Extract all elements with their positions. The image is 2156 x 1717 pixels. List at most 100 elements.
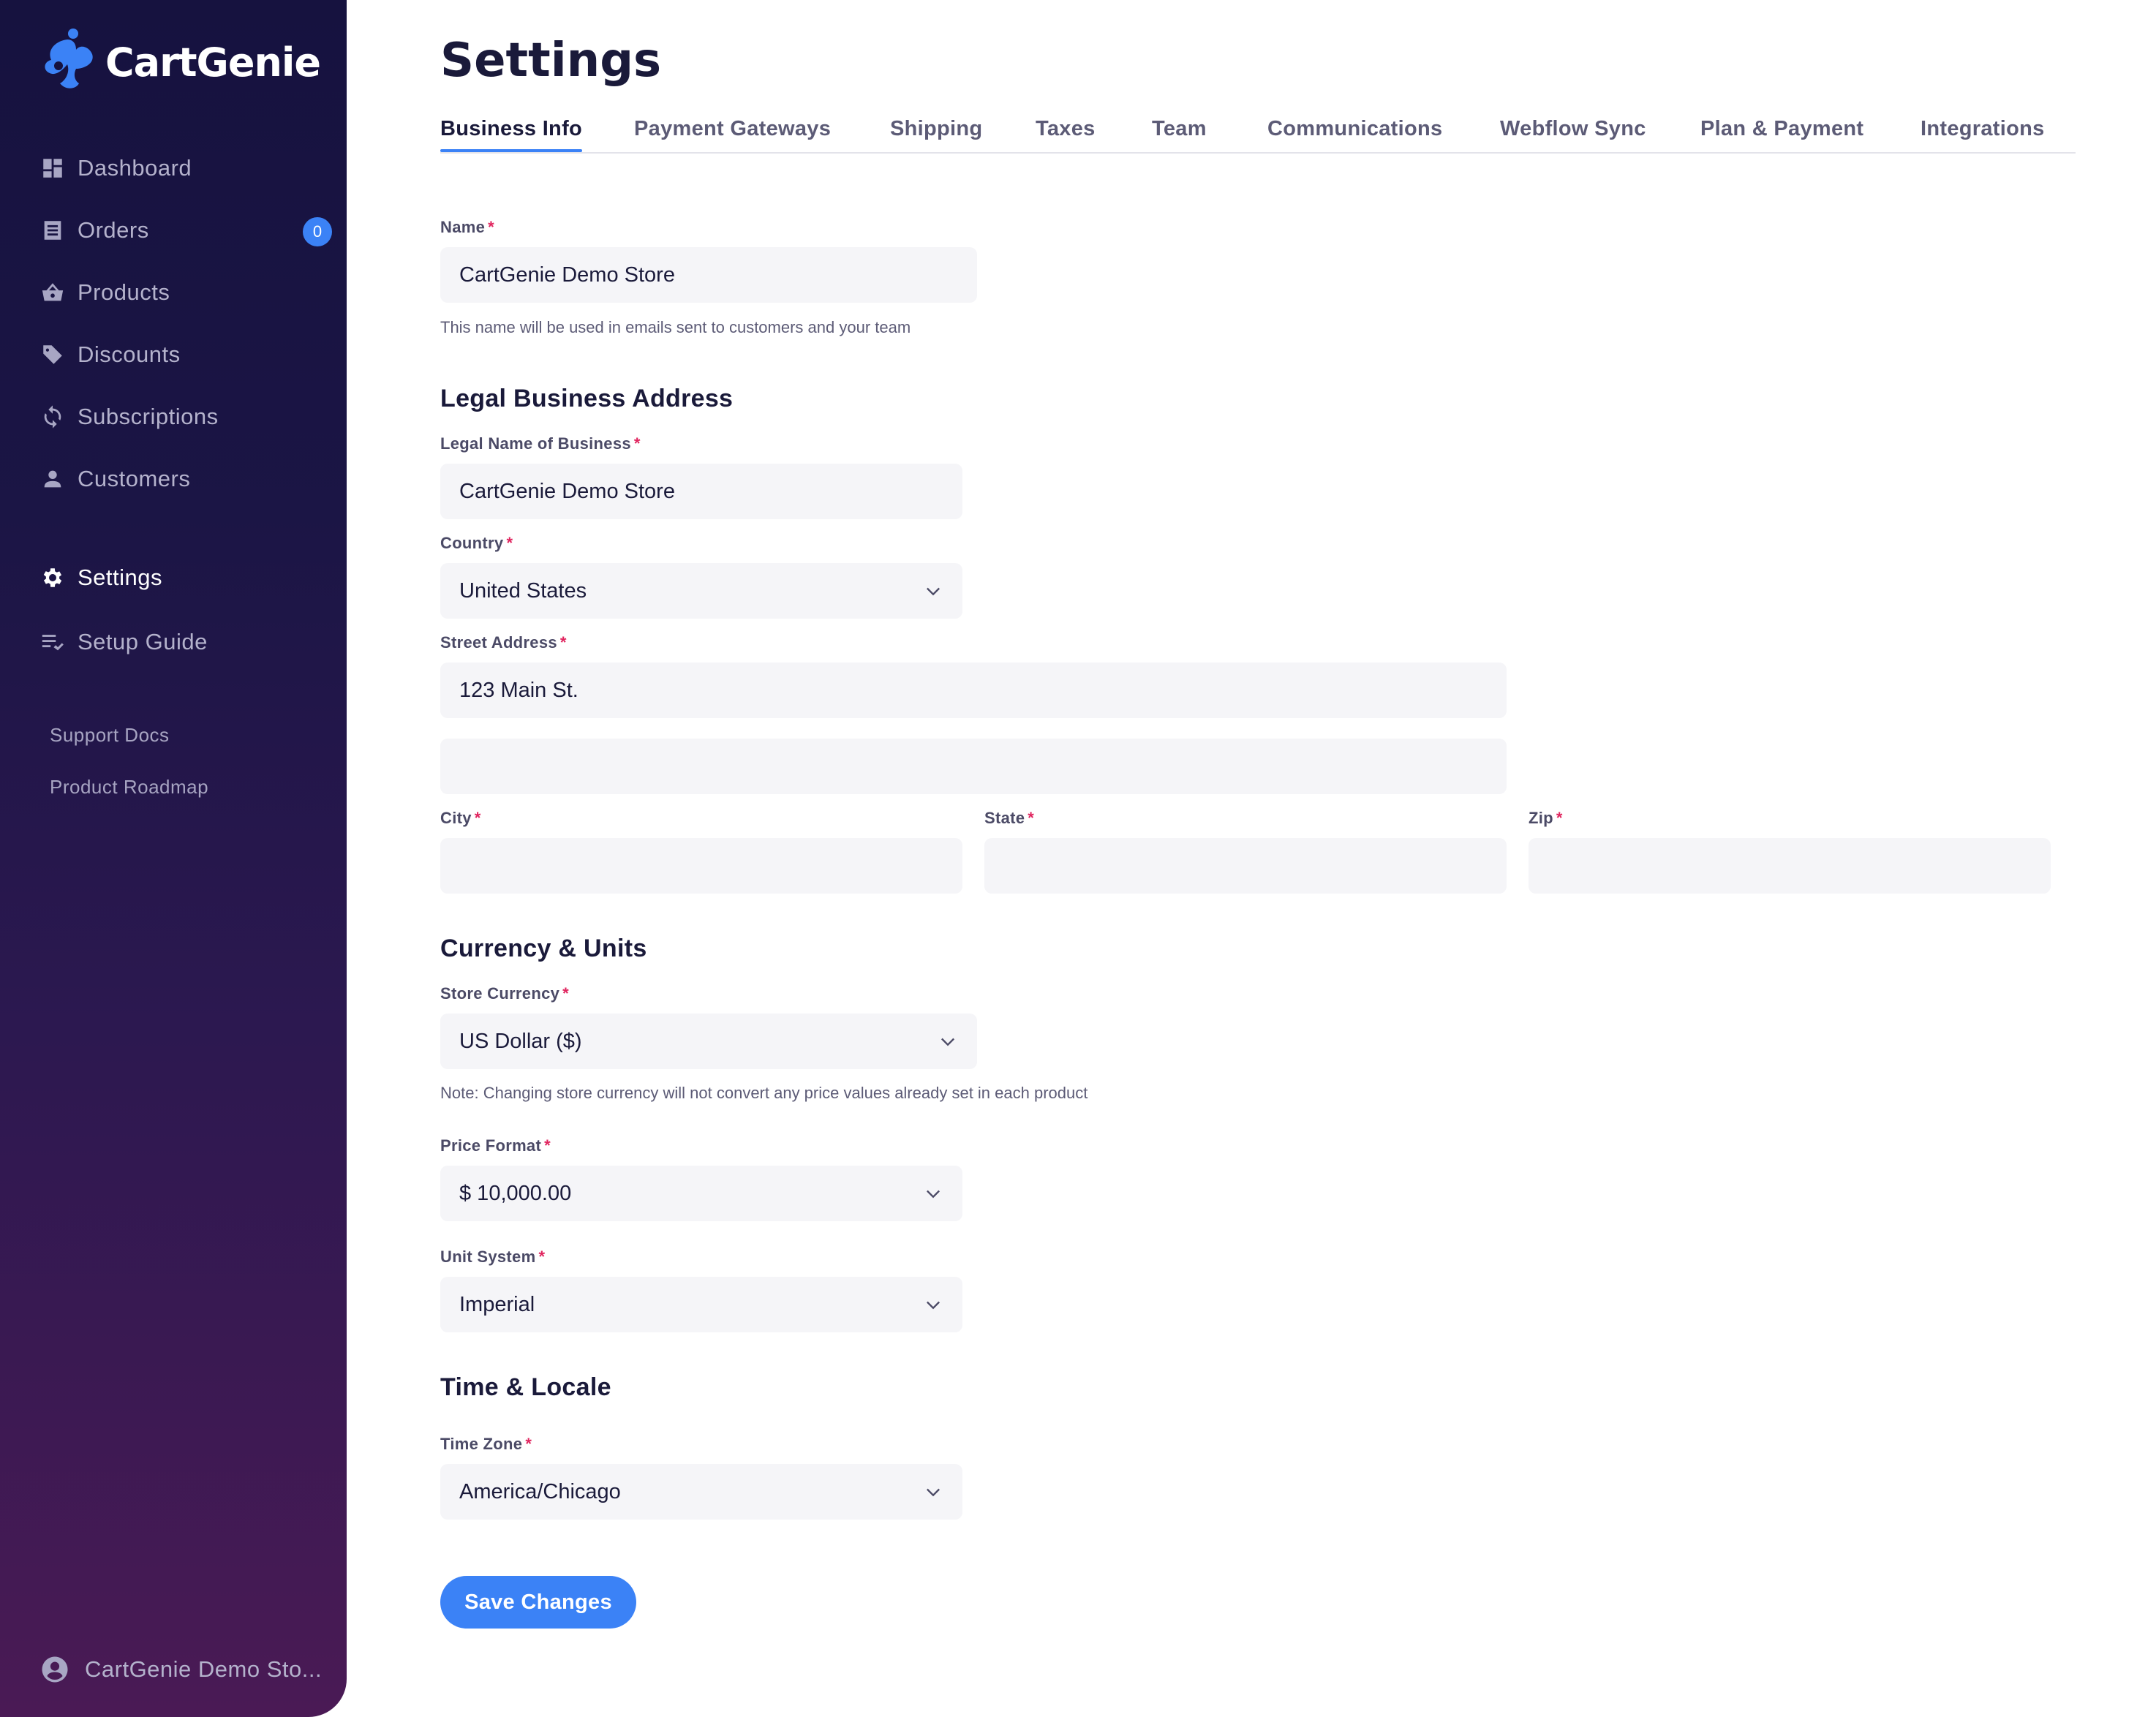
price-format-select[interactable]: $ 10,000.00 [440, 1166, 962, 1221]
country-value: United States [459, 578, 587, 603]
tab-communications[interactable]: Communications [1267, 117, 1442, 141]
account-menu[interactable]: CartGenie Demo Sto... [39, 1654, 322, 1685]
sidebar-item-dashboard[interactable]: Dashboard [39, 146, 332, 190]
required-marker: * [538, 1248, 546, 1266]
required-marker: * [1028, 809, 1035, 827]
sidebar-item-label: Subscriptions [78, 404, 219, 429]
currency-units-heading: Currency & Units [440, 935, 647, 962]
price-format-label: Price Format * [440, 1136, 551, 1155]
chevron-down-icon [941, 1038, 954, 1046]
sidebar-item-subscriptions[interactable]: Subscriptions [39, 395, 332, 439]
store-name-field[interactable]: CartGenie Demo Store [440, 247, 977, 303]
required-marker: * [1556, 809, 1563, 827]
time-zone-value: America/Chicago [459, 1479, 621, 1503]
account-name: CartGenie Demo Sto... [85, 1656, 323, 1682]
chevron-down-icon [927, 587, 940, 596]
sidebar-item-settings[interactable]: Settings [39, 556, 332, 600]
legal-name-label-text: Legal Name of Business [440, 434, 631, 453]
street-address-line2-field[interactable] [440, 739, 1507, 794]
state-label-text: State [984, 809, 1025, 827]
zip-field[interactable] [1529, 838, 2051, 894]
tab-business-info[interactable]: Business Info [440, 117, 583, 152]
sidebar-item-discounts[interactable]: Discounts [39, 333, 332, 377]
unit-system-select[interactable]: Imperial [440, 1277, 962, 1332]
store-currency-note: Note: Changing store currency will not c… [440, 1084, 1088, 1102]
store-currency-label-text: Store Currency [440, 984, 560, 1003]
country-label-text: Country [440, 534, 504, 552]
required-marker: * [559, 633, 567, 652]
store-name-value: CartGenie Demo Store [459, 263, 675, 287]
orders-count-badge: 0 [303, 217, 332, 246]
sidebar-item-orders[interactable]: Orders 0 [39, 208, 332, 252]
dashboard-icon [39, 155, 66, 181]
sidebar-item-customers[interactable]: Customers [39, 457, 332, 501]
product-roadmap-link[interactable]: Product Roadmap [50, 776, 208, 799]
city-label-text: City [440, 809, 472, 827]
price-format-value: $ 10,000.00 [459, 1181, 572, 1205]
city-label: City * [440, 809, 481, 828]
time-zone-label-text: Time Zone [440, 1435, 523, 1453]
tab-team[interactable]: Team [1152, 117, 1207, 141]
store-currency-value: US Dollar ($) [459, 1029, 582, 1053]
street-address-field[interactable]: 123 Main St. [440, 663, 1507, 718]
time-locale-heading: Time & Locale [440, 1373, 611, 1401]
sidebar-item-label: Customers [78, 466, 191, 491]
chevron-down-icon [927, 1190, 940, 1199]
genie-logo-icon [45, 29, 93, 88]
time-zone-select[interactable]: America/Chicago [440, 1464, 962, 1520]
zip-label: Zip * [1529, 809, 1563, 828]
sidebar-item-label: Setup Guide [78, 629, 208, 654]
required-marker: * [506, 534, 513, 552]
sidebar-item-label: Settings [78, 565, 163, 590]
store-currency-label: Store Currency * [440, 984, 569, 1003]
sidebar-item-products[interactable]: Products [39, 271, 332, 314]
unit-system-value: Imperial [459, 1292, 535, 1316]
legal-name-label: Legal Name of Business * [440, 434, 641, 453]
chevron-down-icon [927, 1301, 940, 1310]
country-select[interactable]: United States [440, 563, 962, 619]
chevron-down-icon [927, 1488, 940, 1497]
tab-webflow-sync[interactable]: Webflow Sync [1500, 117, 1646, 141]
state-field[interactable] [984, 838, 1507, 894]
city-field[interactable] [440, 838, 962, 894]
required-marker: * [474, 809, 481, 827]
legal-name-value: CartGenie Demo Store [459, 479, 675, 503]
page-title: Settings [440, 34, 662, 88]
street-address-value: 123 Main St. [459, 678, 578, 702]
tab-shipping[interactable]: Shipping [890, 117, 982, 141]
logo[interactable]: CartGenie [41, 28, 321, 97]
person-icon [39, 466, 66, 492]
checklist-icon [39, 629, 66, 655]
orders-icon [39, 217, 66, 244]
required-marker: * [544, 1136, 551, 1155]
unit-system-label: Unit System * [440, 1248, 545, 1267]
sidebar-item-label: Orders [78, 217, 149, 243]
tab-plan-payment[interactable]: Plan & Payment [1700, 117, 1863, 141]
street-address-label: Street Address * [440, 633, 567, 652]
unit-system-label-text: Unit System [440, 1248, 536, 1266]
required-marker: * [562, 984, 570, 1003]
refresh-icon [39, 404, 66, 430]
required-marker: * [525, 1435, 532, 1453]
name-label: Name * [440, 218, 494, 237]
support-docs-link[interactable]: Support Docs [50, 724, 170, 747]
tab-integrations[interactable]: Integrations [1921, 117, 2045, 141]
required-marker: * [488, 218, 494, 236]
gear-icon [39, 565, 66, 591]
settings-tabs: Business Info Payment Gateways Shipping … [440, 117, 2076, 154]
sidebar-item-label: Products [78, 279, 170, 305]
street-address-label-text: Street Address [440, 633, 557, 652]
required-marker: * [633, 434, 641, 453]
tab-payment-gateways[interactable]: Payment Gateways [634, 117, 831, 141]
save-changes-button[interactable]: Save Changes [440, 1576, 636, 1629]
store-currency-select[interactable]: US Dollar ($) [440, 1014, 977, 1069]
state-label: State * [984, 809, 1034, 828]
sidebar-item-label: Dashboard [78, 155, 192, 181]
time-zone-label: Time Zone * [440, 1435, 532, 1454]
basket-icon [39, 279, 66, 306]
store-name-help: This name will be used in emails sent to… [440, 318, 911, 336]
legal-name-field[interactable]: CartGenie Demo Store [440, 464, 962, 519]
sidebar-item-setup-guide[interactable]: Setup Guide [39, 620, 332, 664]
tab-taxes[interactable]: Taxes [1036, 117, 1096, 141]
legal-address-heading: Legal Business Address [440, 385, 734, 412]
